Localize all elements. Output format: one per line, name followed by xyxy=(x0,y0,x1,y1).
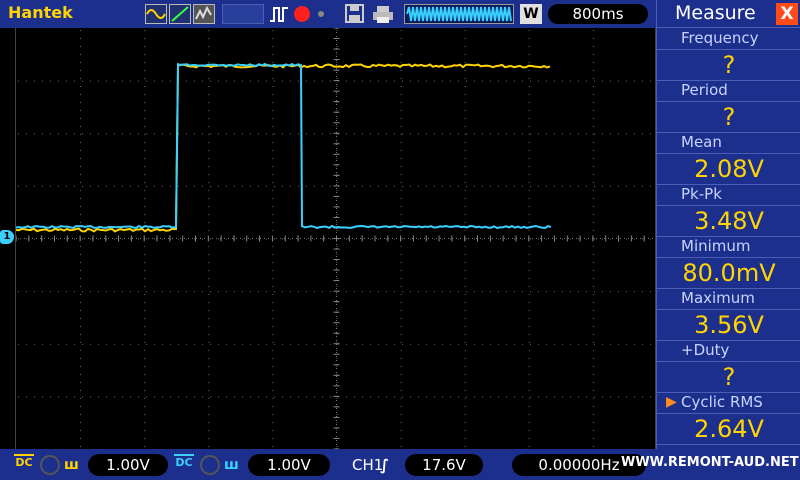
watermark: WWW.REMONT-AUD.NET xyxy=(621,455,799,470)
timebase-window-icon[interactable] xyxy=(404,4,514,24)
measure-separator xyxy=(657,413,800,414)
close-button[interactable]: X xyxy=(776,3,798,25)
ch2-bandwidth-icon[interactable] xyxy=(200,455,220,475)
status-dot-icon xyxy=(318,11,324,17)
measure-separator xyxy=(657,49,800,50)
measure-panel: Measure X Frequency? Period? Mean 2.08V Pk-P… xyxy=(656,0,800,449)
ch1-coupling[interactable]: DC xyxy=(14,454,34,476)
measure-value: ? xyxy=(722,363,736,391)
ground-level-marker[interactable]: 1 xyxy=(0,230,14,244)
record-icon[interactable] xyxy=(294,6,310,22)
measure-value: 2.64V xyxy=(694,415,764,443)
panel-title: Measure xyxy=(675,2,756,24)
waveform-canvas xyxy=(16,28,657,449)
graticule-grid xyxy=(16,28,657,449)
print-icon[interactable] xyxy=(372,4,394,24)
save-icon[interactable] xyxy=(344,4,366,24)
measure-label[interactable]: Mean xyxy=(681,133,799,151)
measure-value: 3.48V xyxy=(694,207,764,235)
measure-value: 3.56V xyxy=(694,311,764,339)
ch1-trace xyxy=(16,63,551,233)
ch2-trace xyxy=(16,62,552,230)
measure-label[interactable]: Maximum xyxy=(681,289,799,307)
selected-arrow-icon: ▶ xyxy=(666,394,677,410)
waveform-icons xyxy=(145,4,219,24)
measure-value: 80.0mV xyxy=(682,259,776,287)
measure-label[interactable]: Period xyxy=(681,81,799,99)
timebase-value[interactable]: 800ms xyxy=(548,4,648,24)
measure-separator xyxy=(657,205,800,206)
window-zoom-button[interactable]: W xyxy=(520,4,542,24)
measure-separator xyxy=(657,101,800,102)
measure-label[interactable]: Cyclic RMS xyxy=(681,393,799,411)
measure-separator xyxy=(657,309,800,310)
measure-value: ? xyxy=(722,51,736,79)
ch1-bandwidth-icon[interactable] xyxy=(40,455,60,475)
measure-value: ? xyxy=(722,103,736,131)
ch2-probe-icon[interactable]: ꟺ xyxy=(224,454,239,476)
ch2-volts-div[interactable]: 1.00V xyxy=(248,454,330,476)
measure-label[interactable]: Minimum xyxy=(681,237,799,255)
sine-wave-icon[interactable] xyxy=(145,4,167,24)
measure-separator xyxy=(657,257,800,258)
ch1-probe-icon[interactable]: ꟺ xyxy=(64,454,79,476)
measure-panel-header: Measure X xyxy=(657,0,800,28)
ramp-icon[interactable] xyxy=(169,4,191,24)
measure-separator xyxy=(657,361,800,362)
brand-logo: Hantek xyxy=(8,3,73,22)
trigger-edge-icon[interactable]: ∫ xyxy=(380,454,389,476)
noise-icon[interactable] xyxy=(193,4,215,24)
pulse-icon[interactable] xyxy=(268,4,290,24)
ch1-volts-div[interactable]: 1.00V xyxy=(88,454,168,476)
measure-label[interactable]: Pk-Pk xyxy=(681,185,799,203)
measure-label[interactable]: +Duty xyxy=(681,341,799,359)
trigger-source[interactable]: CH1 xyxy=(352,454,383,476)
display-mode-box[interactable] xyxy=(222,4,264,24)
measure-separator xyxy=(657,153,800,154)
top-toolbar: Hantek W 800ms xyxy=(0,0,656,28)
waveform-display[interactable] xyxy=(15,28,657,449)
measure-value: 2.08V xyxy=(694,155,764,183)
trigger-level[interactable]: 17.6V xyxy=(405,454,483,476)
measure-label[interactable]: Frequency xyxy=(681,29,799,47)
measure-separator xyxy=(657,444,800,445)
ch2-coupling[interactable]: DC xyxy=(174,454,194,476)
